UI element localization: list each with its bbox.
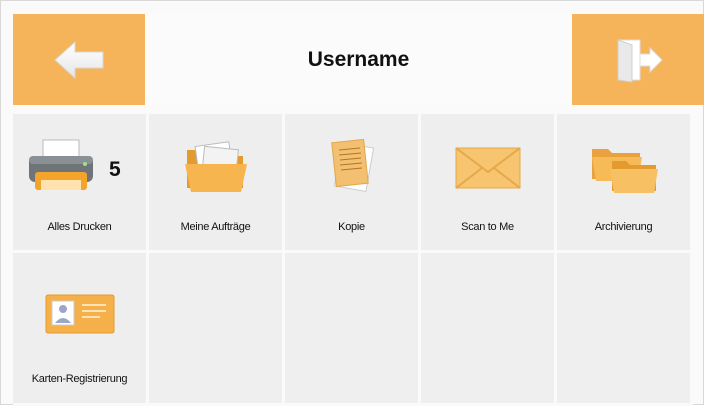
tile-label: Alles Drucken: [47, 221, 112, 233]
logout-button[interactable]: [572, 14, 704, 105]
back-button[interactable]: [13, 14, 145, 105]
empty-tile: [421, 253, 557, 406]
page-title: Username: [145, 14, 572, 105]
empty-tile: [557, 253, 693, 406]
tile-label: Kopie: [338, 221, 365, 233]
tile-label: Meine Aufträge: [180, 221, 251, 233]
tile-label: Archivierung: [594, 221, 653, 233]
tile-card-registration[interactable]: Karten-Registrierung: [13, 253, 149, 406]
empty-tile: [285, 253, 421, 406]
tile-label: Karten-Registrierung: [31, 373, 128, 385]
folder-documents-icon: [149, 136, 282, 198]
main-menu-screen: Username 5 Alles Drucken Meine Aufträge …: [0, 0, 704, 406]
print-job-count: 5: [109, 158, 121, 181]
tile-label: Scan to Me: [461, 221, 514, 233]
printer-icon: [13, 136, 146, 198]
copy-documents-icon: [285, 136, 418, 198]
empty-tile: [149, 253, 285, 406]
id-card-icon: [13, 283, 146, 345]
envelope-icon: [421, 136, 554, 198]
header-bar: Username: [13, 14, 704, 105]
exit-door-icon: [617, 38, 663, 83]
arrow-left-icon: [54, 40, 104, 79]
tile-archiving[interactable]: Archivierung: [557, 114, 693, 253]
folders-icon: [557, 136, 690, 198]
tile-scan-to-me[interactable]: Scan to Me: [421, 114, 557, 253]
tile-my-jobs[interactable]: Meine Aufträge: [149, 114, 285, 253]
function-grid: 5 Alles Drucken Meine Aufträge Kopie Sca…: [13, 114, 693, 406]
tile-print-all[interactable]: 5 Alles Drucken: [13, 114, 149, 253]
tile-copy[interactable]: Kopie: [285, 114, 421, 253]
